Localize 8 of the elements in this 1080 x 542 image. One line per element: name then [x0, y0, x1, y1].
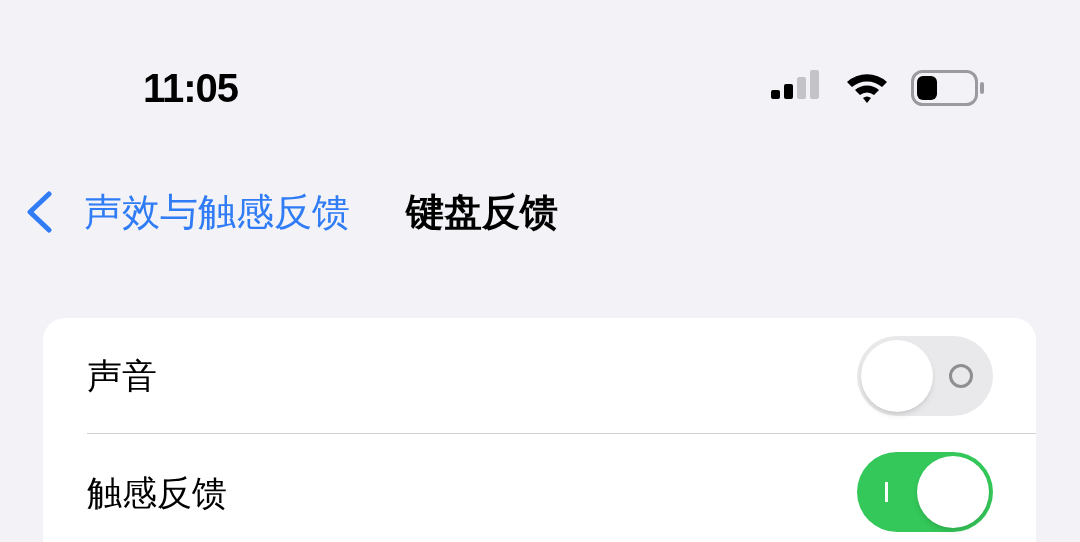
setting-label: 声音 [87, 358, 158, 393]
setting-label: 触感反馈 [87, 474, 228, 510]
status-time: 11:05 [143, 68, 239, 108]
back-chevron-icon [24, 191, 54, 233]
page-title: 键盘反馈 [406, 193, 558, 231]
wifi-icon [845, 71, 889, 105]
back-button[interactable]: 声效与触感反馈 [24, 191, 350, 233]
battery-icon [911, 70, 985, 106]
